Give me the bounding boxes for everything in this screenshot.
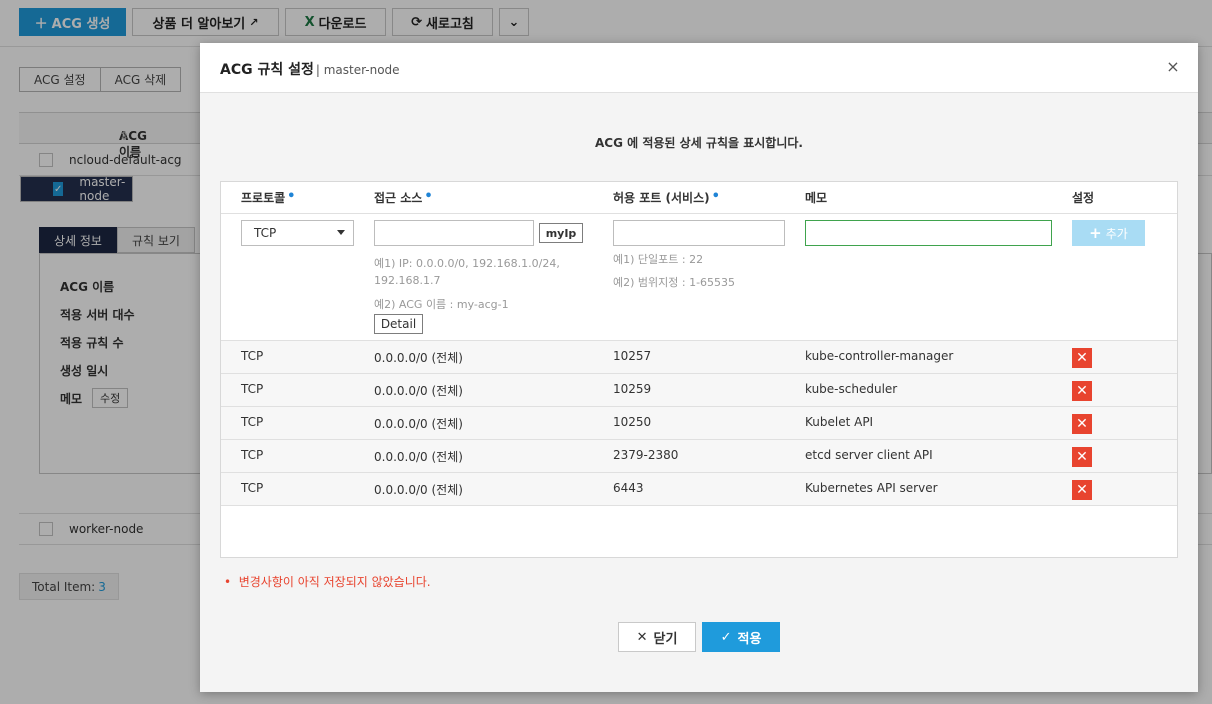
delete-rule-icon[interactable]: ✕ (1072, 414, 1092, 434)
col-port: 허용 포트 (서비스) • (613, 189, 720, 205)
port-input[interactable] (613, 220, 785, 246)
delete-rule-icon[interactable]: ✕ (1072, 348, 1092, 368)
required-dot-icon: • (711, 189, 720, 204)
rule-port: 10250 (613, 415, 652, 429)
rule-source: 0.0.0.0/0 (전체) (374, 417, 463, 431)
port-hint-single: 예1) 단일포트 : 22 (613, 253, 704, 266)
rule-input-row: TCP myIp 예1) IP: 0.0.0.0/0, 192.168.1.0/… (221, 214, 1177, 341)
close-icon[interactable]: × (1166, 59, 1180, 75)
myip-button[interactable]: myIp (539, 223, 583, 243)
close-icon: ✕ (636, 629, 648, 645)
rule-row: TCP 0.0.0.0/0 (전체) 10259 kube-scheduler … (221, 374, 1177, 407)
acg-rule-modal: ACG 규칙 설정 | master-node × ACG 에 적용된 상세 규칙… (200, 43, 1198, 692)
required-dot-icon: • (287, 189, 296, 204)
rule-row: TCP 0.0.0.0/0 (전체) 6443 Kubernetes API s… (221, 473, 1177, 506)
rule-memo: Kubernetes API server (805, 481, 938, 495)
rule-source: 0.0.0.0/0 (전체) (374, 351, 463, 365)
protocol-select[interactable]: TCP (241, 220, 354, 246)
rule-table-header: 프로토콜 • 접근 소스 • 허용 포트 (서비스) • 메모 설정 (221, 182, 1177, 214)
close-button[interactable]: ✕ 닫기 (618, 622, 696, 652)
source-hint-acg: 예2) ACG 이름 : my-acg-1 (374, 298, 509, 311)
apply-button[interactable]: ✓ 적용 (702, 622, 780, 652)
caret-down-icon (337, 230, 345, 235)
rule-protocol: TCP (241, 448, 264, 462)
source-hint-ip: 예1) IP: 0.0.0.0/0, 192.168.1.0/24, 192.1… (374, 257, 560, 287)
detail-button[interactable]: Detail (374, 314, 423, 334)
check-icon: ✓ (720, 629, 732, 645)
rule-row: TCP 0.0.0.0/0 (전체) 10250 Kubelet API ✕ (221, 407, 1177, 440)
col-source: 접근 소스 • (374, 189, 433, 205)
modal-title: ACG 규칙 설정 | master-node (220, 62, 400, 78)
rule-protocol: TCP (241, 415, 264, 429)
rule-port: 6443 (613, 481, 644, 495)
bullet-icon: • (224, 575, 232, 589)
rule-row: TCP 0.0.0.0/0 (전체) 2379-2380 etcd server… (221, 440, 1177, 473)
rule-memo: kube-controller-manager (805, 349, 954, 363)
delete-rule-icon[interactable]: ✕ (1072, 381, 1092, 401)
rule-protocol: TCP (241, 349, 264, 363)
delete-rule-icon[interactable]: ✕ (1072, 447, 1092, 467)
plus-icon: + (1089, 224, 1102, 242)
col-protocol: 프로토콜 • (241, 189, 296, 205)
rule-port: 2379-2380 (613, 448, 679, 462)
rule-source: 0.0.0.0/0 (전체) (374, 384, 463, 398)
rule-source: 0.0.0.0/0 (전체) (374, 483, 463, 497)
modal-subtitle: | master-node (315, 63, 400, 77)
col-memo: 메모 (805, 191, 828, 205)
delete-rule-icon[interactable]: ✕ (1072, 480, 1092, 500)
rule-protocol: TCP (241, 382, 264, 396)
rule-source: 0.0.0.0/0 (전체) (374, 450, 463, 464)
modal-description: ACG 에 적용된 상세 규칙을 표시합니다. (595, 136, 803, 150)
col-setting: 설정 (1072, 191, 1095, 205)
rule-memo: etcd server client API (805, 448, 933, 462)
rule-port: 10259 (613, 382, 652, 396)
required-dot-icon: • (424, 189, 433, 204)
rule-port: 10257 (613, 349, 652, 363)
port-hint-range: 예2) 범위지정 : 1-65535 (613, 276, 736, 289)
source-input[interactable] (374, 220, 534, 246)
unsaved-warning: • 변경사항이 아직 저장되지 않았습니다. (224, 575, 431, 589)
rule-memo: Kubelet API (805, 415, 874, 429)
rule-table: 프로토콜 • 접근 소스 • 허용 포트 (서비스) • 메모 설정 TCP myIp… (220, 181, 1178, 558)
rule-row: TCP 0.0.0.0/0 (전체) 10257 kube-controller… (221, 341, 1177, 374)
modal-header: ACG 규칙 설정 | master-node × (200, 43, 1198, 93)
rule-memo: kube-scheduler (805, 382, 898, 396)
modal-footer-buttons: ✕ 닫기 ✓ 적용 (618, 622, 780, 652)
memo-input[interactable] (805, 220, 1052, 246)
add-rule-button[interactable]: + 추가 (1072, 220, 1145, 246)
rule-protocol: TCP (241, 481, 264, 495)
